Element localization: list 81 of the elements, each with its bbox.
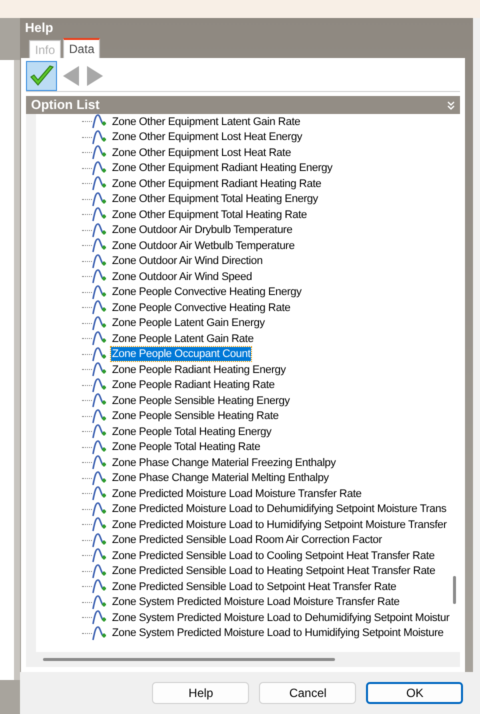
checkmark-icon [28, 64, 54, 88]
curve-plus-icon [92, 192, 108, 207]
curve-plus-icon [92, 222, 108, 238]
curve-plus-icon [92, 160, 108, 176]
option-item[interactable]: Zone Other Equipment Lost Heat Rate [111, 146, 292, 160]
curve-plus-icon [92, 145, 108, 160]
curve-plus-icon [92, 486, 108, 502]
option-item[interactable]: Zone Phase Change Material Melting Enthalpy [111, 471, 330, 486]
curve-plus-icon [92, 579, 108, 594]
option-item[interactable]: Zone Outdoor Air Wetbulb Temperature [111, 238, 296, 253]
option-item[interactable]: Zone Predicted Moisture Load to Humidifying Setpoint Moisture Transfer [111, 518, 448, 532]
curve-plus-icon [92, 254, 108, 269]
curve-plus-icon [92, 532, 108, 548]
option-item[interactable]: Zone Other Equipment Latent Gain Rate [111, 114, 302, 129]
curve-plus-icon [92, 455, 108, 470]
curve-plus-icon [92, 470, 108, 486]
option-item[interactable]: Zone People Convective Heating Energy [111, 285, 302, 300]
curve-plus-icon [92, 594, 108, 610]
curve-plus-icon [92, 284, 108, 300]
back-arrow-icon[interactable] [61, 65, 81, 87]
curve-plus-icon [92, 548, 108, 564]
option-item[interactable]: Zone Other Equipment Lost Heat Energy [111, 130, 304, 144]
horizontal-scrollbar-thumb[interactable] [43, 658, 335, 661]
curve-plus-icon [92, 300, 108, 316]
curve-plus-icon [92, 207, 108, 222]
option-item[interactable]: Zone Predicted Sensible Load to Setpoint Heat Transfer Rate [111, 580, 398, 594]
option-item[interactable]: Zone Outdoor Air Wind Speed [111, 270, 253, 284]
option-item[interactable]: Zone Predicted Sensible Load Room Air Correction Factor [111, 533, 383, 548]
curve-plus-icon [92, 378, 108, 393]
panel-title: Help [25, 19, 54, 38]
option-item[interactable]: Zone Other Equipment Radiant Heating Energy [111, 161, 334, 176]
curve-plus-icon [92, 176, 108, 192]
option-item[interactable]: Zone Predicted Sensible Load to Cooling Setpoint Heat Transfer Rate [111, 548, 436, 563]
option-item[interactable]: Zone People Total Heating Energy [111, 424, 272, 439]
curve-plus-icon [92, 393, 108, 408]
collapse-icon[interactable] [447, 100, 456, 110]
curve-plus-icon [92, 424, 108, 440]
curve-plus-icon [92, 408, 108, 424]
option-item[interactable]: Zone Outdoor Air Drybulb Temperature [111, 223, 294, 238]
curve-plus-icon [92, 316, 108, 331]
option-item[interactable]: Zone Other Equipment Total Heating Energy [111, 192, 320, 206]
curve-plus-icon [92, 626, 108, 641]
curve-plus-icon [92, 331, 108, 346]
dialog-button[interactable]: Cancel [259, 682, 356, 704]
scrollbar-thumb[interactable] [453, 576, 456, 604]
dialog-button[interactable]: Help [152, 682, 250, 704]
option-item[interactable]: Zone Outdoor Air Wind Direction [111, 254, 264, 268]
curve-plus-icon [92, 517, 108, 532]
curve-plus-icon [92, 502, 108, 517]
option-item[interactable]: Zone People Sensible Heating Rate [111, 409, 280, 424]
option-item[interactable]: Zone Other Equipment Radiant Heating Rate [111, 176, 322, 191]
curve-plus-icon [92, 269, 108, 284]
option-item[interactable]: Zone People Convective Heating Rate [111, 300, 292, 315]
apply-button[interactable] [26, 61, 57, 91]
option-item[interactable]: Zone People Latent Gain Energy [111, 316, 266, 330]
curve-plus-icon [92, 362, 108, 378]
option-item[interactable]: Zone Predicted Moisture Load to Dehumidifying Setpoint Moisture Trans [111, 502, 448, 516]
curve-plus-icon [92, 130, 108, 145]
option-item[interactable]: Zone System Predicted Moisture Load to Humidifying Setpoint Moisture [111, 626, 444, 640]
curve-plus-icon [92, 346, 108, 362]
dialog-button[interactable]: OK [366, 682, 464, 704]
curve-plus-icon [92, 564, 108, 579]
section-title: Option List [31, 96, 100, 114]
tab[interactable]: Data [63, 38, 100, 58]
option-item[interactable]: Zone Phase Change Material Freezing Enthalpy [111, 456, 337, 470]
option-item[interactable]: Zone Other Equipment Total Heating Rate [111, 208, 308, 222]
forward-arrow-icon[interactable] [85, 65, 105, 87]
option-item[interactable]: Zone People Total Heating Rate [111, 440, 262, 454]
curve-plus-icon [92, 114, 108, 130]
curve-plus-icon [92, 610, 108, 626]
option-item[interactable]: Zone System Predicted Moisture Load Moisture Transfer Rate [111, 595, 401, 610]
option-item[interactable]: Zone People Radiant Heating Rate [111, 378, 276, 392]
option-item[interactable]: Zone People Occupant Count [111, 347, 252, 362]
curve-plus-icon [92, 440, 108, 455]
option-item[interactable]: Zone People Radiant Heating Energy [111, 362, 287, 377]
option-item[interactable]: Zone Predicted Sensible Load to Heating Setpoint Heat Transfer Rate [111, 564, 436, 578]
curve-plus-icon [92, 238, 108, 254]
option-item[interactable]: Zone Predicted Moisture Load Moisture Transfer Rate [111, 486, 363, 501]
option-item[interactable]: Zone People Sensible Heating Energy [111, 394, 291, 408]
option-item[interactable]: Zone People Latent Gain Rate [111, 332, 255, 346]
option-item[interactable]: Zone System Predicted Moisture Load to Dehumidifying Setpoint Moistur [111, 610, 450, 625]
